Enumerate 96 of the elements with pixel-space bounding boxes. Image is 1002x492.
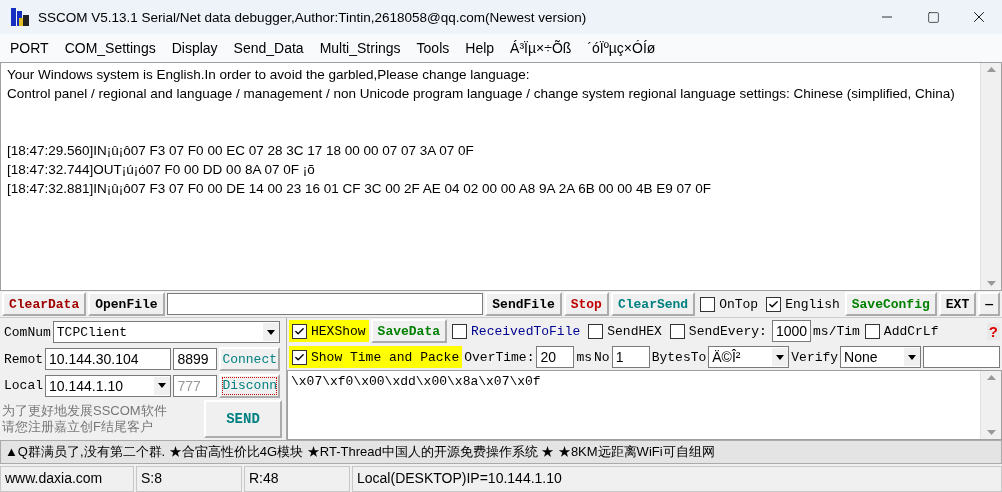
dropdown[interactable]: 10.144.1.10 (45, 374, 172, 397)
dropdown[interactable]: Ä©Î² (708, 346, 790, 368)
checkbox-label: ReceivedToFile (471, 323, 581, 339)
send-area[interactable]: \x07\xf0\x00\xdd\x00\x8a\x07\x0f (287, 370, 1002, 440)
checkbox-option[interactable]: HEXShow (289, 320, 369, 342)
option-label: BytesTo (651, 349, 707, 365)
toolbar-button[interactable]: SaveData (370, 319, 448, 343)
scrollbar[interactable] (980, 63, 1001, 290)
checkbox[interactable] (669, 323, 685, 339)
checkbox-label: SendHEX (607, 323, 662, 339)
caret-icon (908, 354, 917, 360)
disconnect-button[interactable]: Disconn (219, 373, 280, 398)
input-field[interactable]: 1 (611, 346, 650, 368)
scroll-down-icon (986, 281, 996, 286)
scrollbar[interactable] (980, 371, 1001, 439)
notice-line: Your Windows system is English.In order to avoid the garbled,Please change language: (7, 66, 531, 84)
option-label: ms (576, 349, 593, 365)
status-pane: Local(DESKTOP)IP=10.144.1.10 (352, 466, 1002, 492)
checkbox[interactable] (292, 349, 307, 365)
news-ticker: ▲Q群满员了,没有第二个群. ★合宙高性价比4G模块 ★RT-Thread中国人的开源免费操作系统 ★ ★8KM远距离WiFi可自组网 (0, 440, 1002, 464)
check-icon (294, 351, 305, 363)
log-line: [18:47:32.744]OUT¡ú¡ó07 F0 00 DD 00 8A 07 0F ¡õ (7, 161, 316, 179)
checkbox-option[interactable]: English (763, 293, 843, 315)
menu-item[interactable]: Á³Ïµ×÷Õß (502, 40, 580, 56)
checkbox-option[interactable]: Show Time and Packe (289, 346, 463, 368)
checkbox-option[interactable]: OnTop (697, 293, 762, 315)
toolbar-button[interactable]: SendFile (485, 292, 562, 316)
app-logo-icon (10, 6, 30, 28)
menu-item[interactable]: Send_Data (225, 40, 312, 56)
checkbox-option[interactable]: AddCrLf (861, 320, 942, 342)
menu-item[interactable]: Help (457, 40, 503, 56)
checkbox[interactable] (766, 296, 782, 312)
checkbox-label: HEXShow (311, 323, 366, 339)
window-title: SSCOM V5.13.1 Serial/Net data debugger,Author:Tintin,2618058@qq.com(Newest version) (38, 9, 588, 25)
caret-icon (267, 329, 275, 335)
check-icon (294, 325, 305, 337)
receive-area[interactable] (0, 62, 1002, 291)
send-button[interactable]: SEND (204, 400, 282, 438)
dropdown[interactable]: None (840, 346, 922, 368)
option-label: ms/Tim (813, 323, 860, 339)
checkbox-label: English (785, 296, 840, 312)
scroll-down-icon (986, 430, 996, 435)
input-field[interactable]: 8899 (173, 348, 218, 370)
input-field[interactable]: 20 (536, 346, 575, 368)
toolbar-button[interactable]: Stop (563, 292, 609, 316)
register-notice: 为了更好地发展SSCOM软件 请您注册嘉立创F结尾客户 (2, 403, 168, 435)
menu-item[interactable]: Multi_Strings (311, 40, 409, 56)
dropdown[interactable]: TCPClient (52, 321, 280, 344)
field-label: Local (4, 378, 43, 394)
menu-item[interactable]: Tools (408, 40, 458, 56)
check-icon (768, 298, 780, 310)
checkbox-label: OnTop (719, 296, 759, 312)
scroll-up-icon (986, 375, 996, 380)
toolbar-button[interactable]: — (978, 292, 1000, 316)
toolbar-button[interactable]: EXT (938, 292, 977, 316)
send-text: \x07\xf0\x00\xdd\x00\x8a\x07\x0f (290, 373, 542, 391)
checkbox-label: SendEvery: (688, 323, 767, 339)
input-field[interactable] (166, 293, 484, 315)
input-field[interactable]: 1000 (771, 320, 812, 342)
maximize-icon[interactable] (926, 10, 940, 24)
toolbar-button[interactable]: ClearSend (610, 292, 696, 316)
menu-item[interactable]: COM_Settings (56, 40, 164, 56)
scroll-up-icon (986, 67, 996, 72)
menu-item[interactable]: PORT (2, 40, 57, 56)
notice-line: Control panel / regional and language / management / non Unicode program language / change system regional language settings: Chinese (simplified, China) (7, 85, 956, 103)
log-line: [18:47:29.560]IN¡û¡ô07 F3 07 F0 00 EC 07 28 3C 17 18 00 00 07 07 3A 07 0F (7, 142, 475, 160)
field-label: Remot (4, 351, 43, 367)
connect-button[interactable]: Connect (219, 347, 280, 371)
checkbox[interactable] (452, 323, 468, 339)
toolbar-button[interactable]: SaveConfig (844, 292, 937, 316)
log-line: [18:47:32.881]IN¡û¡ô07 F3 07 F0 00 DE 14 00 23 16 01 CF 3C 00 2F AE 04 02 00 00 A8 9A 2A 6B 00 00 4B E9 07 0F (7, 180, 712, 198)
toolbar-button[interactable]: ClearData (2, 292, 87, 316)
menu-item[interactable]: Display (163, 40, 226, 56)
caret-icon (158, 383, 167, 389)
status-pane: www.daxia.com (0, 466, 134, 492)
checkbox-option[interactable]: SendEvery: (666, 320, 770, 342)
checkbox-label: AddCrLf (883, 323, 939, 339)
status-pane: S:8 (136, 466, 242, 492)
checkbox-option[interactable]: ReceivedToFile (449, 320, 584, 342)
checkbox[interactable] (700, 296, 716, 312)
caret-icon (776, 354, 785, 360)
checkbox[interactable] (588, 323, 604, 339)
menu-item[interactable]: ´óÏºµç×ÓÍø (579, 40, 664, 56)
checkbox[interactable] (292, 323, 307, 339)
checkbox-label: Show Time and Packe (311, 349, 460, 365)
help-icon[interactable]: ? (986, 322, 1000, 340)
field-label: ComNum (4, 324, 51, 340)
checkbox[interactable] (864, 323, 880, 339)
option-label: Verify (791, 349, 839, 365)
option-label: No (594, 349, 610, 365)
input-field[interactable]: 10.144.30.104 (45, 348, 172, 370)
checkbox-option[interactable]: SendHEX (585, 320, 665, 342)
option-label: OverTime: (464, 349, 535, 365)
toolbar-button[interactable]: OpenFile (88, 292, 165, 316)
input-field[interactable] (923, 346, 1000, 368)
status-pane: R:48 (244, 466, 350, 492)
